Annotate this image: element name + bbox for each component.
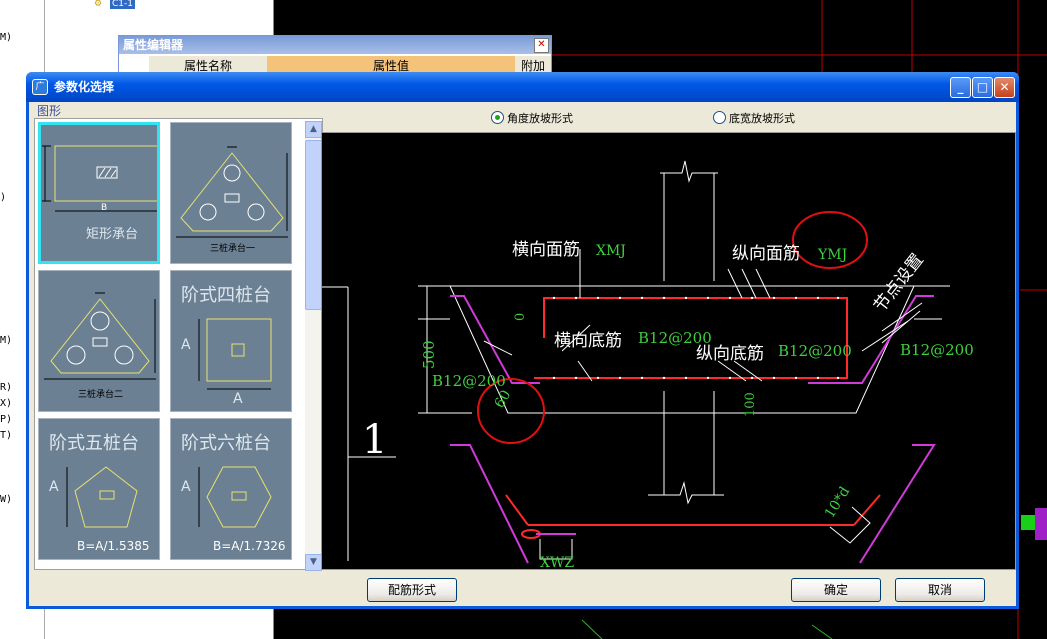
parametric-select-dialog: 广 参数化选择 _ □ ✕ 图形 B 矩形承台 三桩承台一 三桩承台二 阶式四桩… (26, 72, 1019, 609)
dim-10d: 10*d (822, 484, 853, 521)
property-editor-window: 属性编辑器 ✕ 属性名称 属性值 附加 (118, 35, 552, 77)
shapes-group-label: 图形 (37, 104, 62, 118)
shape-dim-label: A (181, 479, 191, 495)
background-magenta-marker (1035, 508, 1047, 540)
side-label: ) (0, 192, 7, 203)
shape-tile-step-four-pile[interactable]: 阶式四桩台 A A (170, 270, 292, 412)
tree-gear-icon: ⚙ (94, 0, 103, 9)
side-label: X) (0, 398, 13, 409)
radio-checked-icon[interactable] (491, 111, 504, 124)
shape-tile-three-pile-2[interactable]: 三桩承台二 (38, 270, 160, 412)
shape-dim-label: A (49, 479, 59, 495)
minimize-icon[interactable]: _ (950, 77, 971, 98)
tree-node-selected[interactable]: C1-1 (110, 0, 135, 9)
side-label: R) (0, 382, 13, 393)
close-icon[interactable]: ✕ (994, 77, 1015, 98)
scroll-thumb[interactable] (305, 140, 322, 310)
code-ymj: YMJ (817, 247, 847, 263)
shape-tile-rect-cap[interactable]: B 矩形承台 (38, 122, 160, 264)
slope-form-options: 角度放坡形式 底宽放坡形式 (323, 102, 1016, 132)
value-left-rebar: B12@200 (432, 372, 506, 390)
gallery-scrollbar[interactable]: ▲ ▼ (305, 121, 322, 571)
ok-button[interactable]: 确定 (791, 578, 881, 602)
section-mark: 1 (362, 417, 387, 463)
maximize-icon[interactable]: □ (972, 77, 993, 98)
label-longitudinal-bottom: 纵向底筋 (696, 344, 764, 364)
background-green-marker (1021, 515, 1035, 530)
side-label: M) (0, 335, 13, 346)
label-transverse-bottom: 横向底筋 (554, 331, 622, 351)
shape-dim-label: A (233, 391, 243, 407)
rebar-diagram-canvas[interactable]: 横向面筋 XMJ 纵向面筋 YMJ 节点设置 横向底筋 B12@200 纵向底筋… (321, 132, 1016, 570)
dialog-body: 图形 B 矩形承台 三桩承台一 三桩承台二 阶式四桩台 A A 阶式五桩台 A … (29, 102, 1016, 606)
dim-500: 500 (420, 340, 438, 369)
shape-tile-step-five-pile[interactable]: 阶式五桩台 A B=A/1.5385 (38, 418, 160, 560)
code-xmj: XMJ (596, 243, 626, 259)
scroll-up-icon[interactable]: ▲ (305, 121, 322, 138)
shape-tile-step-six-pile[interactable]: 阶式六桩台 A B=A/1.7326 (170, 418, 292, 560)
app-icon: 广 (32, 79, 48, 95)
label-node-setting: 节点设置 (870, 250, 928, 316)
label-transverse-top: 横向面筋 (512, 240, 580, 260)
radio-unchecked-icon[interactable] (713, 111, 726, 124)
shape-tile-label: 三桩承台二 (78, 390, 124, 400)
code-xwz: XWZ (540, 555, 574, 570)
angle-60: 60 (492, 388, 515, 411)
scroll-down-icon[interactable]: ▼ (305, 554, 322, 571)
shape-dim-label: A (181, 337, 191, 353)
rebar-form-button[interactable]: 配筋形式 (367, 578, 457, 602)
property-editor-title: 属性编辑器 (119, 36, 551, 54)
shape-gallery: B 矩形承台 三桩承台一 三桩承台二 阶式四桩台 A A 阶式五桩台 A B=A… (34, 118, 323, 571)
dim-0: 0 (513, 313, 528, 321)
dim-100: 100 (743, 392, 758, 417)
rebar-diagram: 横向面筋 XMJ 纵向面筋 YMJ 节点设置 横向底筋 B12@200 纵向底筋… (322, 160, 974, 570)
side-label: W) (0, 494, 13, 505)
dialog-title: 参数化选择 (54, 80, 115, 94)
side-label: P) (0, 414, 13, 425)
radio-width-slope[interactable]: 底宽放坡形式 (713, 110, 795, 126)
side-label: M) (0, 32, 13, 43)
radio-angle-slope[interactable]: 角度放坡形式 (491, 110, 573, 126)
dialog-titlebar[interactable]: 广 参数化选择 _ □ ✕ (26, 72, 1019, 102)
shape-tile-label: 矩形承台 (86, 227, 139, 242)
value-right-rebar: B12@200 (900, 341, 974, 359)
cancel-button[interactable]: 取消 (895, 578, 985, 602)
label-longitudinal-top: 纵向面筋 (732, 244, 800, 264)
value-longitudinal-bottom: B12@200 (778, 342, 852, 360)
shape-formula: B=A/1.5385 (77, 539, 150, 553)
shape-dim-label: B (101, 203, 108, 213)
shape-formula: B=A/1.7326 (213, 539, 286, 553)
shape-tile-label: 三桩承台一 (210, 244, 256, 254)
close-icon[interactable]: ✕ (534, 38, 549, 53)
side-label: T) (0, 430, 13, 441)
shape-tile-three-pile-1[interactable]: 三桩承台一 (170, 122, 292, 264)
